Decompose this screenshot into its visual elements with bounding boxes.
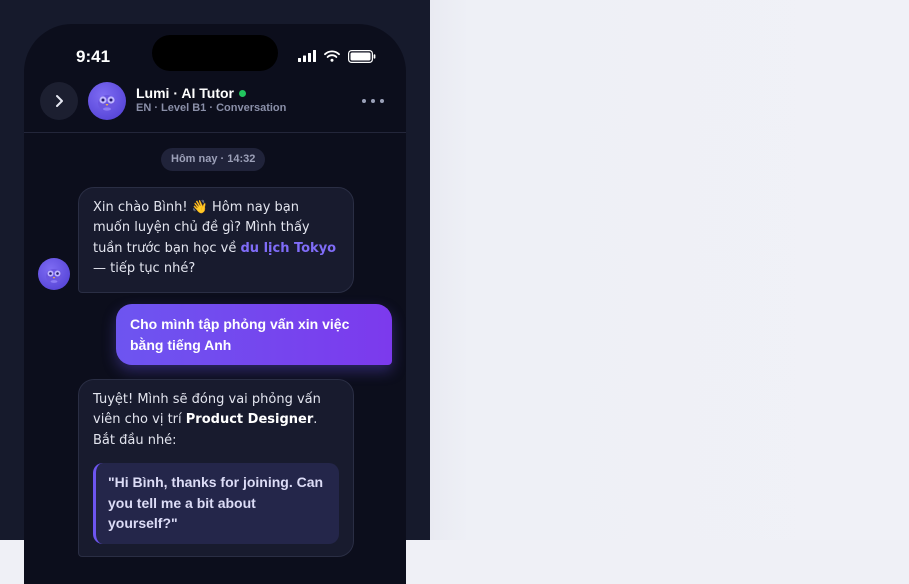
right-panel (430, 0, 909, 540)
online-indicator (238, 90, 246, 97)
user-message-bubble: Cho mình tập phỏng vấn xin việc bằng tiế… (116, 304, 392, 365)
message-text: — tiếp tục nhé? (93, 261, 196, 277)
tutor-avatar[interactable] (88, 82, 126, 120)
dynamic-island (152, 35, 278, 71)
status-time: 9:41 (76, 47, 111, 66)
ai-message-bubble: Tuyệt! Mình sẽ đóng vai phỏng vấn viên c… (78, 379, 354, 557)
wifi-icon (324, 50, 340, 62)
chat-header: Lumi · AI Tutor EN · Level B1 · Conversa… (24, 82, 406, 133)
signal-icon (298, 50, 316, 62)
owl-mascot-icon (46, 269, 62, 283)
more-options-button[interactable] (362, 91, 384, 111)
ai-avatar (38, 258, 70, 290)
more-dot (380, 99, 384, 103)
tutor-name-text: Lumi · AI Tutor (136, 85, 234, 101)
role-name: Product Designer (185, 412, 314, 428)
phone-frame: 9:41 Lumi · AI Tutor EN · Level B1 · Con… (24, 24, 406, 584)
more-dot (362, 99, 366, 103)
tutor-subtitle: EN · Level B1 · Conversation (136, 102, 287, 114)
ai-message-bubble: Xin chào Bình! 👋 Hôm nay bạn muốn luyện … (78, 187, 354, 293)
back-button[interactable] (40, 82, 78, 120)
interview-question-quote: "Hi Bình, thanks for joining. Can you te… (93, 463, 339, 544)
date-separator: Hôm nay · 14:32 (161, 148, 266, 171)
more-dot (371, 99, 375, 103)
chevron-right-icon (56, 95, 63, 107)
tutor-name: Lumi · AI Tutor (136, 85, 246, 101)
topic-link[interactable]: du lịch Tokyo (240, 241, 336, 256)
owl-mascot-icon (98, 95, 116, 111)
battery-icon (348, 50, 376, 63)
